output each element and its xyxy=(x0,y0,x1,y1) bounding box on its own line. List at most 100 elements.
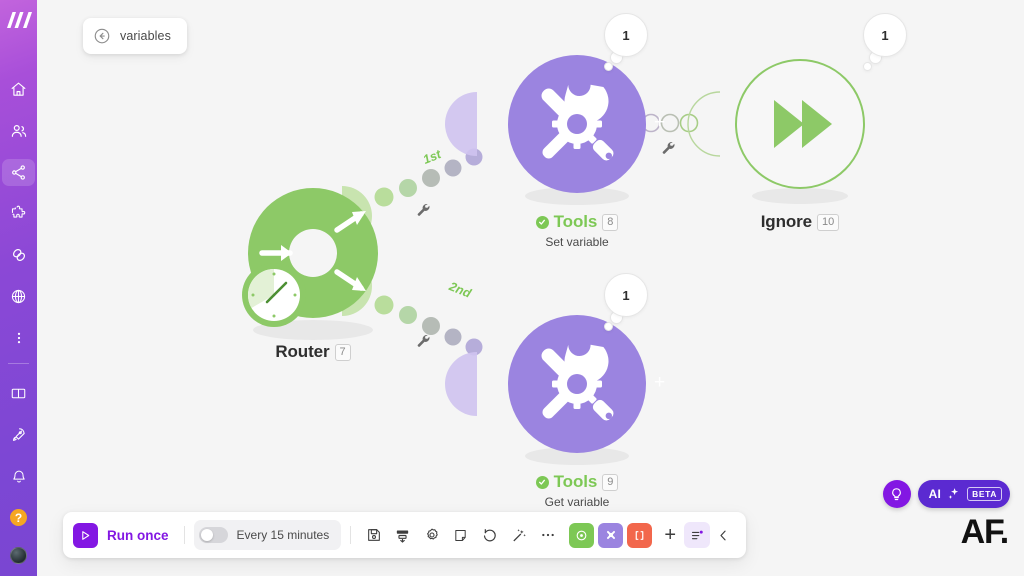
add-module-plus-bottom[interactable]: + xyxy=(654,373,665,392)
schedule-label: Every 15 minutes xyxy=(236,528,330,542)
undo-button[interactable] xyxy=(476,522,503,549)
wrench-icon-route-1[interactable] xyxy=(416,202,432,223)
magic-wand-button[interactable] xyxy=(505,522,532,549)
book-icon xyxy=(11,388,26,399)
ai-label: AI xyxy=(928,487,942,501)
rocket-icon xyxy=(12,428,25,442)
run-once-button[interactable]: Run once xyxy=(71,522,175,548)
node-title-tools-bottom: Tools xyxy=(553,472,598,491)
toolbar-divider-1 xyxy=(183,526,185,544)
more-horizontal-icon xyxy=(541,533,554,537)
dots-vertical-icon xyxy=(17,332,20,343)
scenario-canvas[interactable]: + + 1st 2nd 1 1 1 Router 7 Tools 8 Set v… xyxy=(37,0,1024,576)
toolbar-icon-group xyxy=(360,522,561,549)
breadcrumb-label: variables xyxy=(120,29,171,43)
globe-icon xyxy=(11,289,26,303)
collapse-toolbar-button[interactable] xyxy=(710,528,736,543)
brackets-icon xyxy=(635,530,644,540)
bubble-count-ignore: 1 xyxy=(863,13,907,57)
sparkle-icon xyxy=(948,488,959,499)
sidebar-item-documentation[interactable] xyxy=(2,381,35,407)
module-red-button[interactable] xyxy=(627,522,653,548)
notes-icon xyxy=(455,529,466,541)
puzzle-icon xyxy=(11,205,26,218)
sidebar-item-whats-new[interactable] xyxy=(2,422,35,448)
undo-icon xyxy=(483,529,496,542)
bubble-dot-small-tools-top xyxy=(604,62,613,71)
main-sidebar: ? xyxy=(0,0,37,576)
sidebar-item-notifications[interactable] xyxy=(2,463,35,489)
schedule-toggle-group[interactable]: Every 15 minutes xyxy=(193,520,342,550)
bubble-count-tools-top: 1 xyxy=(604,13,648,57)
sidebar-item-templates[interactable] xyxy=(2,201,35,227)
status-ok-icon-tools-bottom xyxy=(535,475,549,489)
ai-hint-button[interactable] xyxy=(882,480,911,508)
sidebar-item-connections[interactable] xyxy=(2,242,35,268)
wrench-icon-route-3[interactable] xyxy=(661,140,677,161)
bubble-dot-small-ignore xyxy=(863,62,872,71)
node-badge-router: 7 xyxy=(334,343,351,361)
node-subtitle-tools-top: Set variable xyxy=(545,235,609,249)
sidebar-item-home[interactable] xyxy=(2,77,35,103)
add-module-plus-top[interactable]: + xyxy=(654,113,665,132)
more-button[interactable] xyxy=(534,522,561,549)
sidebar-item-more[interactable] xyxy=(2,324,35,350)
app-root: ? + + 1st 2nd 1 1 1 Router 7 Tools 8 Set… xyxy=(0,0,1024,576)
add-module-button[interactable]: + xyxy=(656,524,684,547)
auto-align-button[interactable] xyxy=(389,522,416,549)
breadcrumb[interactable]: variables xyxy=(83,18,187,54)
node-subtitle-tools-bottom: Get variable xyxy=(544,495,610,509)
notes-button[interactable] xyxy=(447,522,474,549)
sidebar-item-profile[interactable] xyxy=(2,546,35,572)
sidebar-divider xyxy=(8,362,29,364)
home-icon xyxy=(11,82,26,97)
module-list-button[interactable] xyxy=(684,522,711,548)
question-icon: ? xyxy=(10,509,27,527)
settings-gear-icon xyxy=(426,528,438,540)
lightbulb-icon xyxy=(892,487,902,500)
status-ok-icon-tools-top xyxy=(535,215,549,229)
toolbar-divider-2 xyxy=(350,526,352,544)
node-badge-tools-bottom: 9 xyxy=(602,473,619,491)
save-icon-button[interactable] xyxy=(360,522,387,549)
bottom-toolbar: Run once Every 15 minutes + xyxy=(63,512,747,558)
ai-assistant-row: AI BETA xyxy=(882,480,1010,508)
module-green-button[interactable] xyxy=(569,522,595,548)
schedule-toggle[interactable] xyxy=(198,527,228,543)
bubble-count-tools-bottom: 1 xyxy=(604,273,648,317)
node-badge-tools-top: 8 xyxy=(602,213,619,231)
module-purple-button[interactable] xyxy=(598,522,624,548)
chevron-left-icon xyxy=(720,530,726,540)
beta-badge: BETA xyxy=(967,487,1002,501)
node-caption-tools-top[interactable]: Tools 8 Set variable xyxy=(464,212,690,249)
link-icon xyxy=(12,249,25,262)
bell-icon xyxy=(12,470,25,483)
node-title-tools-top: Tools xyxy=(553,212,598,231)
node-caption-ignore[interactable]: Ignore 10 xyxy=(687,212,913,232)
list-settings-icon xyxy=(691,530,703,539)
tools-small-icon xyxy=(606,530,615,540)
arrow-left-circle-icon[interactable] xyxy=(93,27,111,45)
watermark-logo: AF. xyxy=(960,513,1010,551)
magic-wand-icon xyxy=(513,529,526,542)
node-caption-tools-bottom[interactable]: Tools 9 Get variable xyxy=(464,472,690,509)
node-title-router: Router xyxy=(275,342,330,361)
play-icon xyxy=(73,522,98,548)
ai-assistant-button[interactable]: AI BETA xyxy=(917,480,1010,508)
node-title-ignore: Ignore xyxy=(760,212,813,231)
save-icon xyxy=(367,529,380,541)
node-badge-ignore: 10 xyxy=(817,213,840,231)
node-caption-router[interactable]: Router 7 xyxy=(200,342,426,362)
run-once-label: Run once xyxy=(107,527,169,543)
avatar xyxy=(10,547,27,565)
share-nodes-icon xyxy=(12,165,25,180)
sidebar-item-webhooks[interactable] xyxy=(2,283,35,309)
sidebar-item-organization[interactable] xyxy=(2,118,35,144)
sidebar-item-help[interactable]: ? xyxy=(2,504,35,530)
bubble-dot-small-tools-bottom xyxy=(604,322,613,331)
sidebar-item-scenarios[interactable] xyxy=(2,159,35,186)
circle-dot-icon xyxy=(576,530,587,540)
make-logo[interactable] xyxy=(0,7,37,32)
settings-button[interactable] xyxy=(418,522,445,549)
align-icon xyxy=(397,530,409,543)
